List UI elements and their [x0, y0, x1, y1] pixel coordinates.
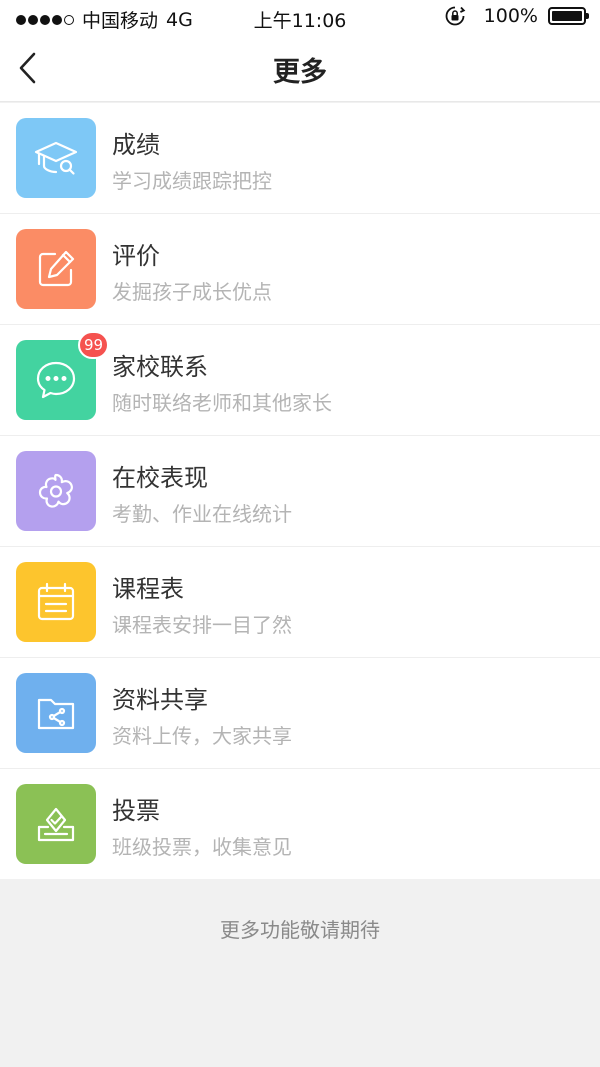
- voting-icon-tile: [16, 784, 96, 864]
- item-title: 资料共享: [112, 686, 208, 714]
- list-item-grades[interactable]: 成绩 学习成绩跟踪把控: [0, 103, 600, 214]
- list-item-school-performance[interactable]: 在校表现 考勤、作业在线统计: [0, 436, 600, 547]
- item-description: 考勤、作业在线统计: [112, 502, 292, 526]
- item-description: 资料上传，大家共享: [112, 724, 292, 748]
- rotation-lock-icon: [445, 6, 465, 26]
- item-title: 成绩: [112, 131, 160, 159]
- flower-icon: [38, 473, 73, 508]
- edit-note-icon: [38, 250, 75, 287]
- nav-bar: 更多: [0, 36, 600, 102]
- chat-bubble-icon: [36, 361, 76, 399]
- feature-list: 成绩 学习成绩跟踪把控 评价 发掘孩子成长优点 99 家校联系 随时联络老师和其…: [0, 103, 600, 879]
- coming-soon-note: 更多功能敬请期待: [220, 918, 380, 942]
- item-title: 家校联系: [112, 353, 208, 381]
- battery-icon: [548, 7, 589, 25]
- page-title: 更多: [273, 57, 327, 88]
- more-screen: 中国移动 4G 上午11:06 100% 更多 成绩 学习成绩跟踪把控 评价 发…: [0, 0, 600, 1067]
- list-item-evaluation[interactable]: 评价 发掘孩子成长优点: [0, 214, 600, 325]
- item-title: 课程表: [112, 575, 184, 603]
- list-item-file-sharing[interactable]: 资料共享 资料上传，大家共享: [0, 658, 600, 769]
- calendar-icon: [37, 582, 75, 621]
- list-item-timetable[interactable]: 课程表 课程表安排一目了然: [0, 547, 600, 658]
- graduation-cap-icon: [34, 141, 78, 175]
- timetable-icon-tile: [16, 562, 96, 642]
- item-title: 评价: [112, 242, 160, 270]
- performance-icon-tile: [16, 451, 96, 531]
- item-description: 学习成绩跟踪把控: [112, 169, 272, 193]
- list-item-home-school-contact[interactable]: 99 家校联系 随时联络老师和其他家长: [0, 325, 600, 436]
- battery-percent: 100%: [483, 5, 538, 27]
- item-title: 在校表现: [112, 464, 208, 492]
- item-title: 投票: [112, 797, 160, 825]
- grades-icon-tile: [16, 118, 96, 198]
- shared-folder-icon: [37, 698, 75, 730]
- unread-badge: 99: [78, 331, 110, 359]
- evaluation-icon-tile: [16, 229, 96, 309]
- item-description: 随时联络老师和其他家长: [112, 391, 332, 415]
- item-description: 课程表安排一目了然: [112, 613, 292, 637]
- file-sharing-icon-tile: [16, 673, 96, 753]
- item-description: 班级投票，收集意见: [112, 835, 292, 859]
- ballot-box-icon: [37, 807, 75, 842]
- status-right: 100%: [444, 5, 589, 27]
- item-description: 发掘孩子成长优点: [112, 280, 272, 304]
- status-bar: 中国移动 4G 上午11:06 100%: [0, 0, 600, 36]
- list-item-voting[interactable]: 投票 班级投票，收集意见: [0, 769, 600, 879]
